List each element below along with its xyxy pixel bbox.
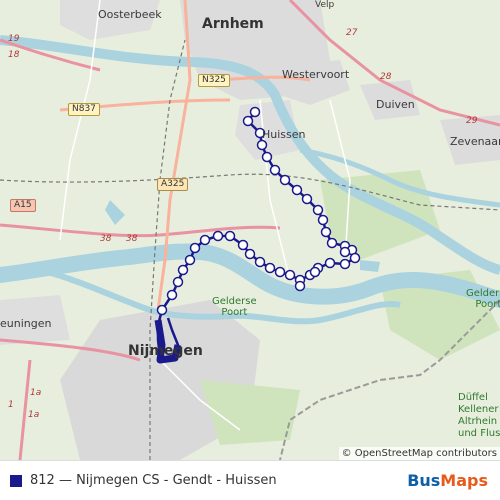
- bus-stop-marker[interactable]: [156, 304, 168, 316]
- road-shield-a325: A325: [157, 178, 189, 191]
- bus-stop-marker[interactable]: [274, 266, 286, 278]
- bus-stop-marker[interactable]: [254, 127, 266, 139]
- bus-stop-marker[interactable]: [309, 266, 321, 278]
- exit-number: 28: [380, 72, 392, 82]
- bus-stop-marker[interactable]: [242, 115, 254, 127]
- bus-stop-marker[interactable]: [324, 257, 336, 269]
- oosterbeek-urban-area: [60, 0, 160, 40]
- bus-stop-marker[interactable]: [284, 269, 296, 281]
- bus-stop-marker[interactable]: [237, 239, 249, 251]
- bus-stop-marker[interactable]: [261, 151, 273, 163]
- road-shield-a15: A15: [10, 199, 36, 212]
- route-legend-bar: 812 — Nijmegen CS - Gendt - Huissen BusM…: [0, 460, 500, 500]
- road-a325: [156, 0, 192, 311]
- route-label: 812 — Nijmegen CS - Gendt - Huissen: [30, 473, 277, 488]
- bus-stop-marker[interactable]: [320, 226, 332, 238]
- road-shield-n837: N837: [68, 103, 100, 116]
- exit-number: 1a: [28, 410, 40, 420]
- bus-stop-marker[interactable]: [172, 276, 184, 288]
- map-view[interactable]: Oosterbeek Arnhem Velp Westervoort Duive…: [0, 0, 500, 460]
- exit-number: 19: [8, 34, 20, 44]
- motorway-a15: [0, 223, 281, 238]
- bus-stop-marker[interactable]: [294, 280, 306, 292]
- bus-stop-marker[interactable]: [177, 264, 189, 276]
- map-canvas: [0, 0, 500, 460]
- brand-part-maps: Maps: [440, 471, 488, 490]
- route-color-swatch: [10, 474, 22, 487]
- bus-stop-marker[interactable]: [339, 246, 351, 258]
- busmaps-logo[interactable]: BusMaps: [407, 471, 488, 490]
- map-attribution[interactable]: © OpenStreetMap contributors: [338, 447, 500, 460]
- brand-part-bus: Bus: [407, 471, 441, 490]
- bus-stop-marker[interactable]: [291, 184, 303, 196]
- lake: [360, 260, 380, 272]
- exit-number: 29: [466, 116, 478, 126]
- exit-number: 18: [8, 50, 20, 60]
- bus-stop-marker[interactable]: [199, 234, 211, 246]
- bus-stop-marker[interactable]: [349, 252, 361, 264]
- bus-stop-marker[interactable]: [254, 256, 266, 268]
- exit-number: 27: [346, 28, 358, 38]
- beuningen-urban-area: [0, 295, 70, 345]
- lake: [105, 200, 125, 225]
- bus-stop-marker[interactable]: [339, 258, 351, 270]
- bus-stop-marker[interactable]: [301, 193, 313, 205]
- bus-stop-marker[interactable]: [184, 254, 196, 266]
- bus-stop-marker[interactable]: [264, 262, 276, 274]
- bus-stop-marker[interactable]: [317, 214, 329, 226]
- bus-stop-marker[interactable]: [326, 237, 338, 249]
- bus-stop-marker[interactable]: [212, 230, 224, 242]
- bus-stop-marker[interactable]: [249, 106, 261, 118]
- bus-stop-marker[interactable]: [189, 242, 201, 254]
- exit-number: 1a: [30, 388, 42, 398]
- bus-stop-marker[interactable]: [279, 174, 291, 186]
- road-shield-n325: N325: [198, 74, 230, 87]
- exit-number: 1: [8, 400, 14, 410]
- exit-number: 38: [100, 234, 112, 244]
- bus-stop-marker[interactable]: [256, 139, 268, 151]
- bus-stop-marker[interactable]: [166, 289, 178, 301]
- bus-stop-marker[interactable]: [269, 164, 281, 176]
- bus-stop-marker[interactable]: [312, 204, 324, 216]
- bus-stop-marker[interactable]: [224, 230, 236, 242]
- westervoort-urban-area: [280, 60, 350, 105]
- bus-stop-marker[interactable]: [244, 248, 256, 260]
- exit-number: 38: [126, 234, 138, 244]
